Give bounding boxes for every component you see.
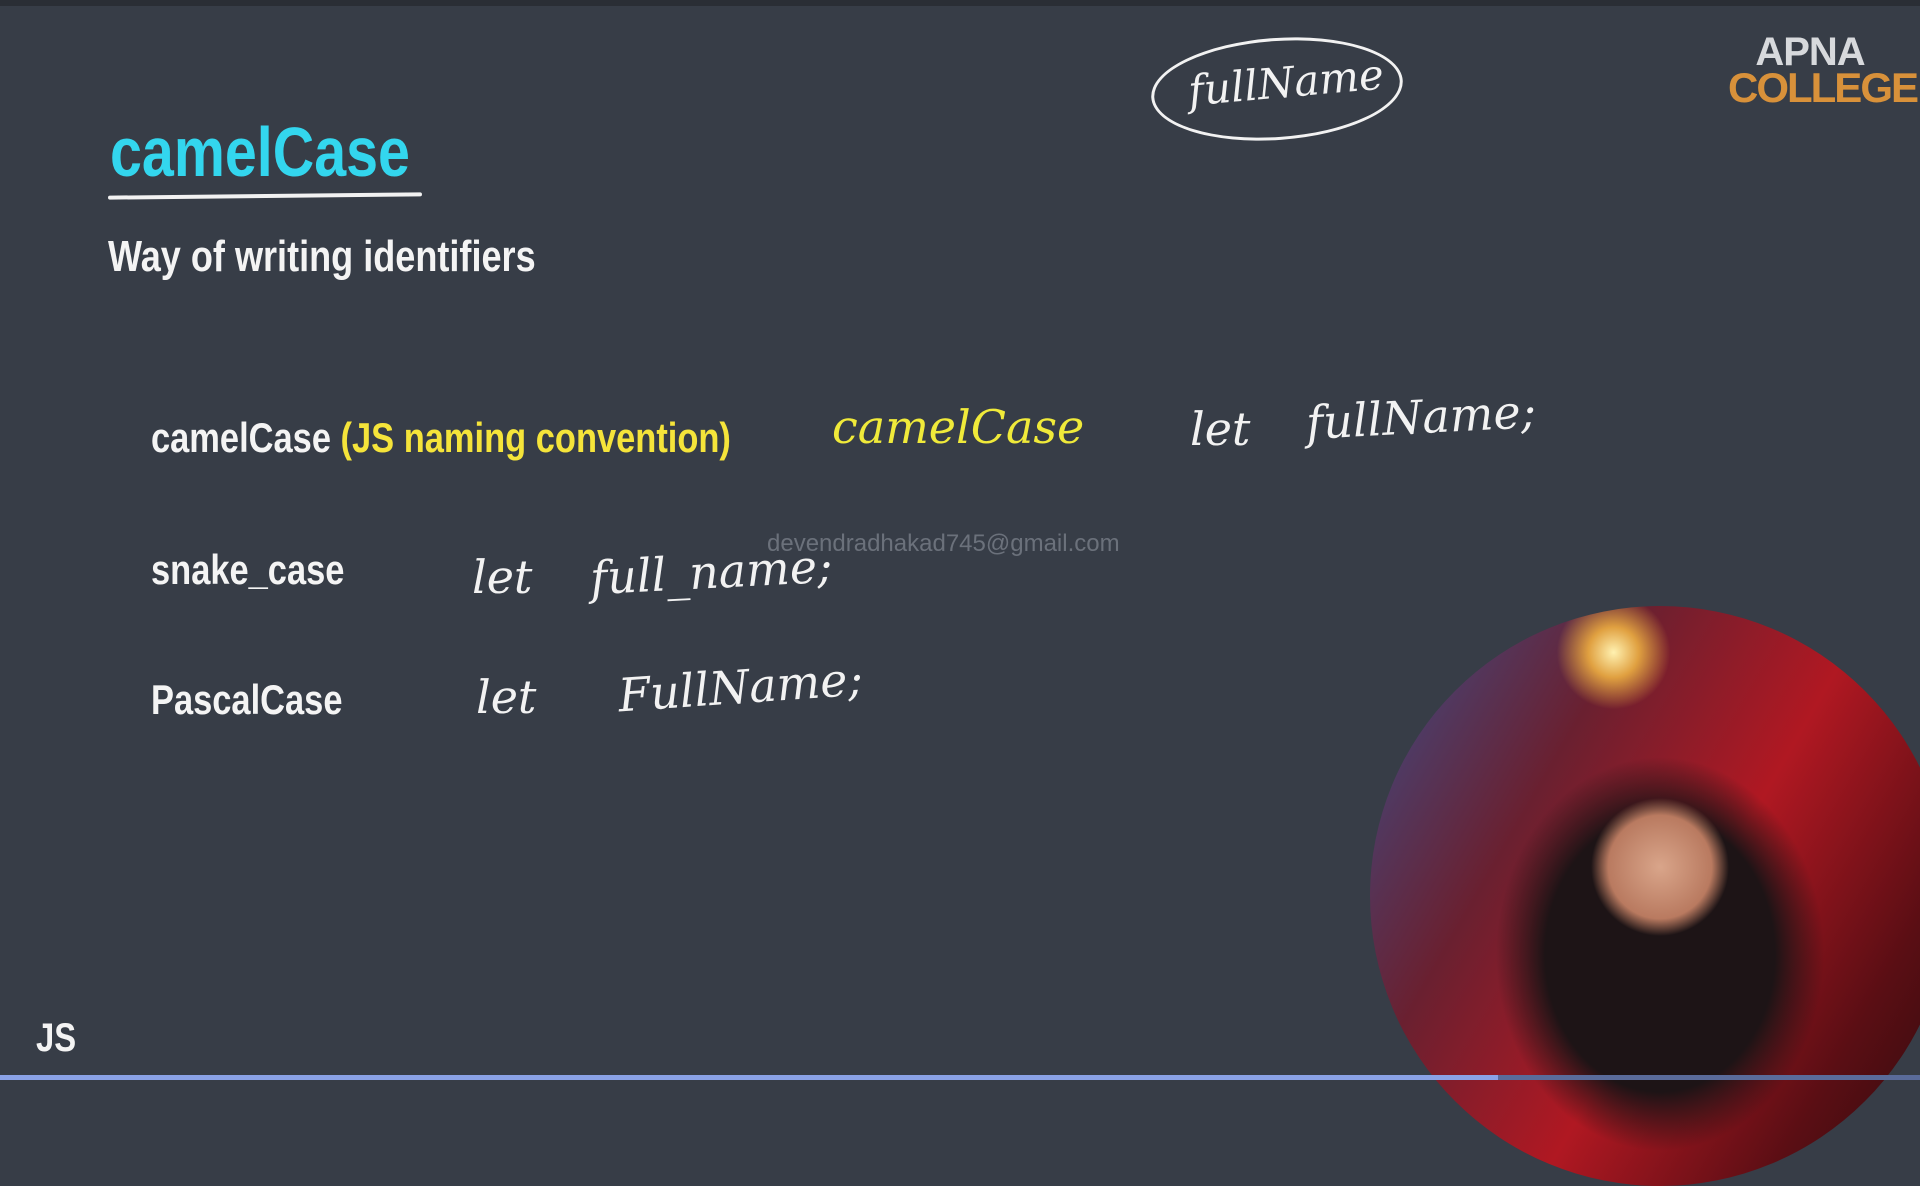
hand-let: let <box>476 670 537 724</box>
apna-college-logo: APNA COLLEGE <box>1728 32 1919 111</box>
slide-title: camelCase <box>110 113 410 191</box>
hand-let: let <box>472 550 533 604</box>
row-label: camelCase <box>151 414 331 461</box>
hand-camelcase: camelCase <box>832 400 1085 454</box>
row-note: (JS naming convention) <box>340 414 731 461</box>
camelcase-row: camelCase (JS naming convention) <box>151 414 858 462</box>
video-progress-fill <box>0 1075 1498 1080</box>
slide-subtitle: Way of writing identifiers <box>108 232 536 281</box>
footer-label: JS <box>36 1016 77 1060</box>
logo-line2: COLLEGE <box>1728 64 1919 111</box>
hand-code: fullName; <box>1304 384 1538 450</box>
top-bar <box>0 0 1920 6</box>
title-underline <box>107 192 423 200</box>
pascalcase-row: PascalCase <box>151 676 343 723</box>
snakecase-row: snake_case <box>151 546 345 593</box>
presenter-webcam <box>1370 606 1920 1186</box>
hand-code: FullName; <box>616 651 865 723</box>
watermark: devendradhakad745@gmail.com <box>767 530 1120 557</box>
hand-let: let <box>1190 402 1251 456</box>
